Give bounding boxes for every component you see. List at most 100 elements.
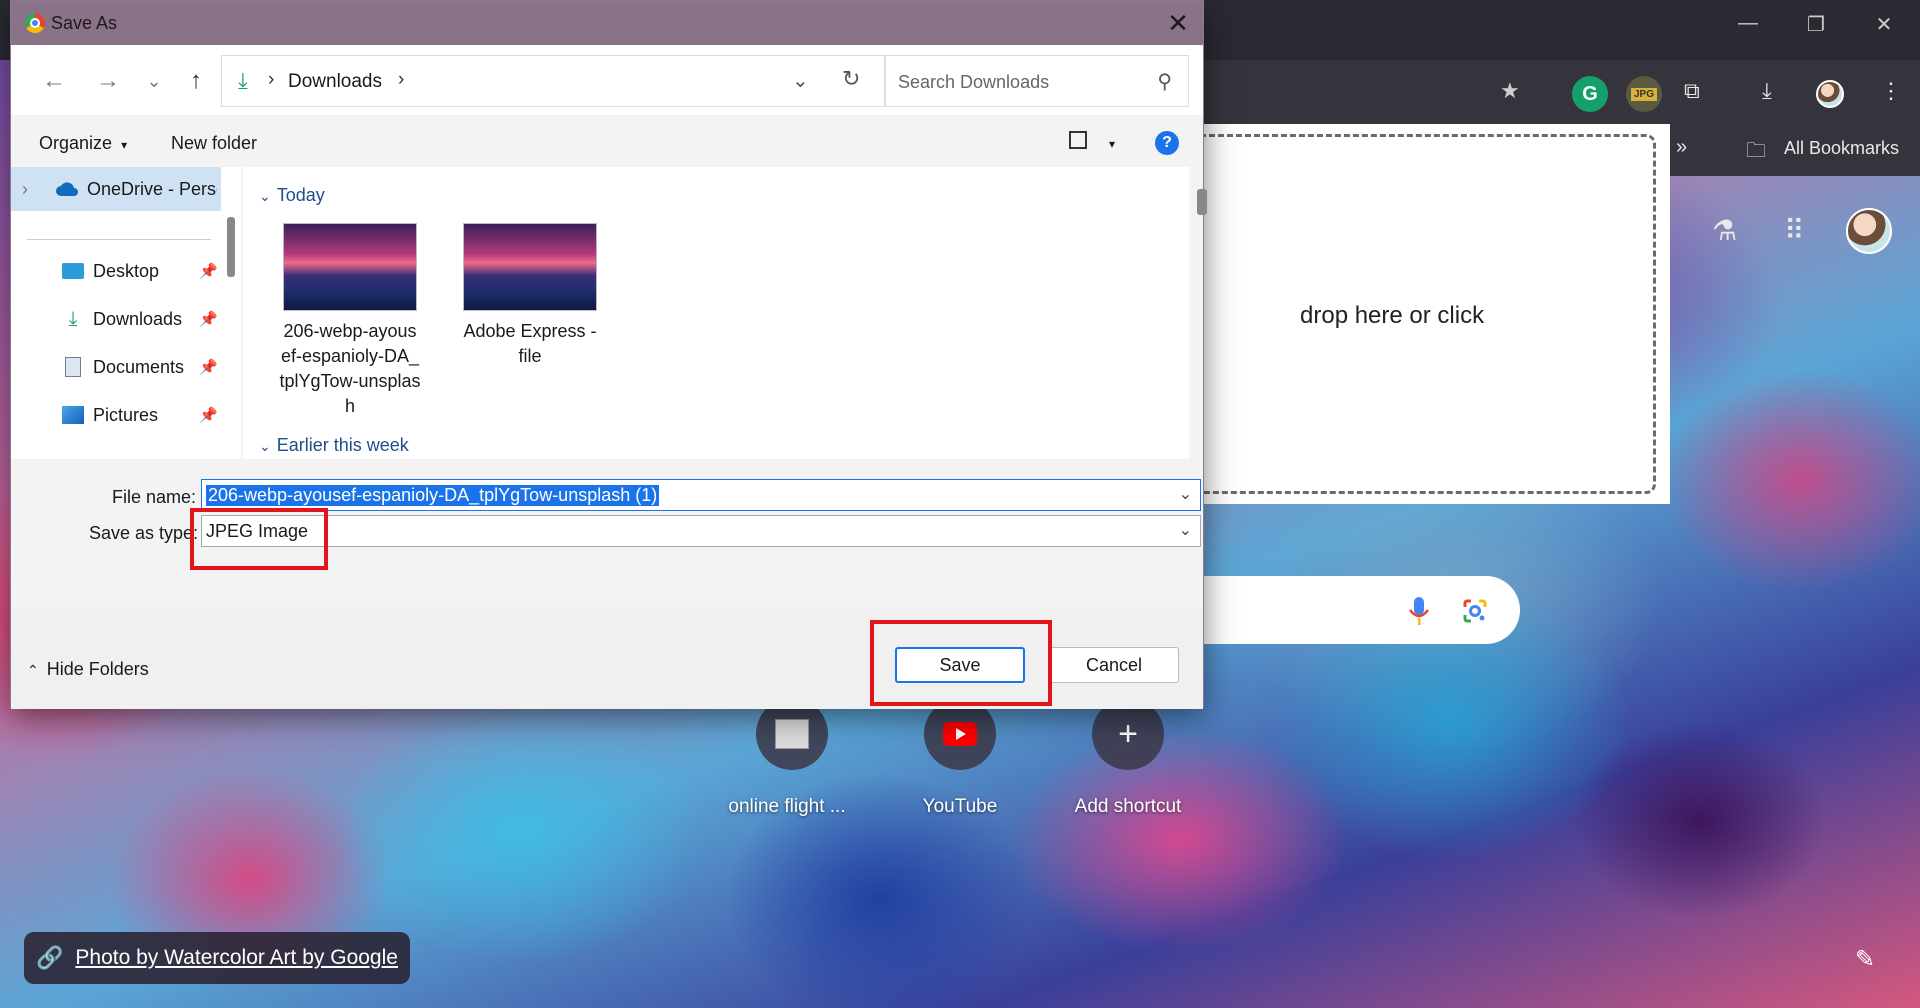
navigation-row: ← → ⌄ ↑ ⤓ › Downloads › ⌄ ↻ Search Downl…: [11, 45, 1203, 115]
google-account-avatar[interactable]: [1846, 208, 1892, 254]
address-bar[interactable]: ⤓ › Downloads › ⌄ ↻: [221, 55, 885, 107]
bookmarks-overflow-icon[interactable]: »: [1676, 136, 1687, 159]
help-icon[interactable]: ?: [1155, 131, 1179, 155]
file-name-line: 206-webp-ayous: [283, 321, 417, 341]
address-dropdown-icon[interactable]: ⌄: [792, 68, 809, 93]
view-options-icon[interactable]: [1069, 131, 1087, 149]
google-lens-icon[interactable]: [1462, 598, 1488, 624]
search-downloads-input[interactable]: Search Downloads ⚲: [885, 55, 1189, 107]
jpg-extension-badge: JPG: [1630, 87, 1657, 101]
file-thumbnail[interactable]: [283, 223, 417, 311]
pin-icon[interactable]: 📌: [199, 310, 218, 328]
chrome-logo-icon: [25, 13, 45, 33]
file-name-line: h: [344, 396, 355, 416]
cancel-button[interactable]: Cancel: [1049, 647, 1179, 683]
group-label: Earlier this week: [276, 435, 409, 455]
youtube-icon: [943, 722, 977, 746]
folder-icon: 🗀: [1746, 140, 1766, 162]
shortcut-label: online flight ...: [728, 796, 846, 817]
organize-menu[interactable]: Organize ▾: [39, 133, 127, 154]
file-name-line: ef-espanioly-DA_: [280, 346, 420, 366]
file-list: ⌄ Today 206-webp-ayous ef-espanioly-DA_ t…: [243, 167, 1207, 459]
collapse-chevron-icon: ⌄: [259, 188, 271, 204]
all-bookmarks-link[interactable]: All Bookmarks: [1784, 138, 1899, 159]
nav-item-downloads[interactable]: ⤓ Downloads 📌: [11, 297, 221, 341]
desktop-icon: [61, 260, 85, 282]
forward-arrow-icon[interactable]: →: [93, 67, 123, 95]
dialog-close-button[interactable]: ✕: [1153, 1, 1203, 45]
file-name-line: file: [518, 346, 542, 366]
file-name-input[interactable]: 206-webp-ayousef-espanioly-DA_tplYgTow-u…: [201, 479, 1201, 511]
save-type-field-label: Save as type:: [89, 523, 199, 543]
customize-pencil-icon[interactable]: ✎: [1855, 945, 1875, 974]
file-thumbnail[interactable]: [463, 223, 597, 311]
nav-item-pictures[interactable]: Pictures 📌: [11, 393, 221, 437]
pictures-icon: [61, 404, 85, 426]
profile-avatar[interactable]: [1816, 80, 1844, 108]
organize-label: Organize: [39, 133, 113, 153]
recent-locations-chevron-icon[interactable]: ⌄: [139, 71, 169, 92]
nav-item-label: Desktop: [93, 260, 160, 281]
address-location[interactable]: Downloads: [288, 71, 382, 93]
file-name-label[interactable]: 206-webp-ayous ef-espanioly-DA_ tplYgTow…: [275, 319, 425, 419]
restore-icon[interactable]: ❐: [1796, 12, 1836, 37]
nav-pane-scrollbar[interactable]: [227, 217, 235, 277]
pin-icon[interactable]: 📌: [199, 358, 218, 376]
close-window-icon[interactable]: ✕: [1864, 12, 1904, 37]
breadcrumb-chevron-icon[interactable]: ›: [398, 69, 404, 91]
file-name-dropdown-icon[interactable]: ⌄: [1179, 484, 1192, 504]
annotation-highlight-save-type: [190, 508, 328, 570]
voice-search-icon[interactable]: [1408, 596, 1430, 626]
up-arrow-icon[interactable]: ↑: [181, 67, 211, 95]
bookmark-star-icon[interactable]: ★: [1500, 78, 1520, 104]
search-icon[interactable]: ⚲: [1157, 69, 1172, 94]
nav-item-label: Pictures: [93, 404, 159, 425]
group-header-today[interactable]: ⌄ Today: [259, 185, 325, 206]
new-folder-button[interactable]: New folder: [171, 133, 257, 154]
group-label: Today: [276, 185, 325, 205]
plus-icon: +: [1118, 714, 1138, 753]
pin-icon[interactable]: 📌: [199, 262, 218, 280]
nav-item-onedrive[interactable]: › OneDrive - Perso: [11, 167, 221, 211]
menu-kebab-icon[interactable]: ⋮: [1880, 78, 1902, 104]
save-as-dialog: Save As ✕ ← → ⌄ ↑ ⤓ › Downloads › ⌄ ↻ Se…: [10, 0, 1207, 709]
apps-grid-icon[interactable]: ⠿: [1784, 214, 1805, 247]
save-as-type-select[interactable]: JPEG Image ⌄: [201, 515, 1201, 547]
annotation-highlight-save-button: [870, 620, 1052, 706]
jpg-extension-icon[interactable]: JPG: [1626, 76, 1662, 112]
collapse-chevron-icon: ⌄: [259, 438, 271, 454]
pin-icon[interactable]: 📌: [199, 406, 218, 424]
nav-item-documents[interactable]: Documents 📌: [11, 345, 221, 389]
photo-credit-link[interactable]: 🔗 Photo by Watercolor Art by Google: [24, 932, 410, 984]
expand-chevron-icon[interactable]: ›: [11, 179, 39, 200]
download-location-icon: ⤓: [238, 68, 248, 93]
grammarly-extension-icon[interactable]: G: [1572, 76, 1608, 112]
file-name-label[interactable]: Adobe Express - file: [455, 319, 605, 369]
chevron-up-icon: ⌃: [27, 662, 39, 678]
downloads-icon[interactable]: ⤓: [1762, 78, 1772, 104]
file-list-scrollbar[interactable]: [1197, 189, 1207, 215]
save-type-dropdown-icon[interactable]: ⌄: [1179, 520, 1192, 540]
dialog-title-bar: Save As ✕: [11, 1, 1203, 45]
back-arrow-icon[interactable]: ←: [39, 67, 69, 95]
minimize-icon[interactable]: —: [1728, 12, 1768, 35]
command-bar: Organize ▾ New folder ▾ ?: [11, 115, 1203, 167]
labs-flask-icon[interactable]: ⚗: [1712, 214, 1737, 247]
site-favicon-icon: [775, 719, 809, 749]
nav-item-label: OneDrive - Perso: [87, 178, 217, 199]
breadcrumb-separator-icon: ›: [268, 69, 275, 90]
view-caret-icon[interactable]: ▾: [1109, 137, 1115, 151]
navigation-pane: › OneDrive - Perso Desktop 📌 ⤓ Downloads…: [11, 167, 241, 459]
group-header-earlier[interactable]: ⌄ Earlier this week: [259, 435, 409, 456]
hide-folders-toggle[interactable]: ⌃ Hide Folders: [27, 659, 149, 680]
nav-item-label: Downloads: [93, 308, 183, 329]
file-name-field-label: File name:: [112, 487, 197, 507]
nav-divider: [27, 239, 211, 240]
search-placeholder: Search Downloads: [898, 72, 1050, 92]
extensions-puzzle-icon[interactable]: ⧉: [1684, 78, 1700, 104]
shortcut-label: YouTube: [922, 796, 998, 817]
file-name-line: tplYgTow-unsplas: [279, 371, 421, 391]
refresh-icon[interactable]: ↻: [842, 66, 860, 92]
download-icon: ⤓: [68, 307, 78, 330]
nav-item-desktop[interactable]: Desktop 📌: [11, 249, 221, 293]
